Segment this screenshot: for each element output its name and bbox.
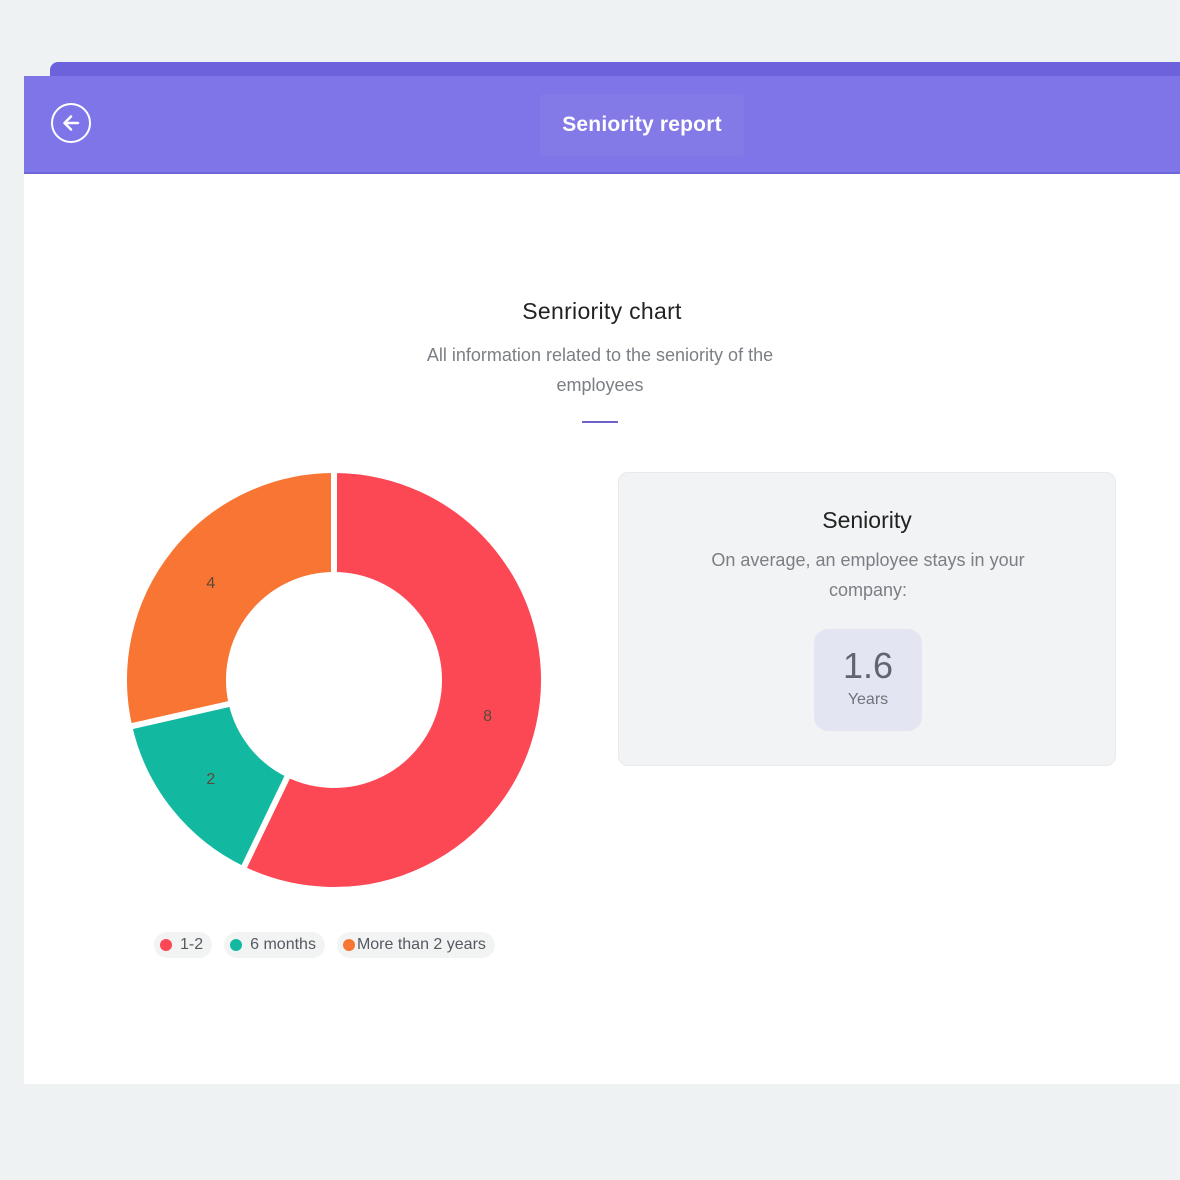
header-bar: Seniority report — [24, 76, 1180, 174]
legend-item-6-months[interactable]: 6 months — [224, 932, 325, 958]
report-window: Seniority report Senriority chart All in… — [24, 76, 1180, 1084]
legend-marker — [342, 939, 355, 951]
legend-label: More than 2 years — [356, 936, 486, 953]
legend-marker — [160, 939, 172, 951]
legend-marker — [230, 939, 243, 951]
donut-slice-more-than-2-years[interactable] — [122, 468, 337, 730]
arrow-left-icon — [63, 115, 80, 131]
average-value-box: 1.6 Years — [814, 629, 922, 731]
seniority-description: On average, an employee stays in your co… — [711, 550, 1025, 600]
average-value: 1.6 — [842, 645, 894, 686]
seniority-title: Seniority — [822, 507, 912, 533]
slice-value-label: 4 — [206, 575, 215, 592]
chart-legend: 1-2 6 months More than 2 years — [154, 932, 495, 958]
legend-item-1-2[interactable]: 1-2 — [154, 932, 213, 958]
chart-subtitle: All information related to the seniority… — [426, 345, 774, 395]
page-title-text: Seniority report — [562, 113, 722, 136]
section-divider — [582, 421, 618, 423]
chart-title: Senriority chart — [522, 298, 682, 324]
average-unit: Years — [847, 691, 889, 708]
slice-value-label: 8 — [483, 708, 492, 725]
donut-chart: 8 2 4 — [122, 468, 546, 892]
page-title: Seniority report — [540, 94, 744, 156]
legend-label: 6 months — [250, 936, 316, 953]
legend-label: 1-2 — [180, 936, 204, 953]
back-button[interactable] — [51, 103, 91, 143]
legend-item-more-than-2-years[interactable]: More than 2 years — [336, 932, 495, 958]
seniority-card: Seniority On average, an employee stays … — [618, 472, 1116, 766]
slice-value-label: 2 — [206, 771, 215, 788]
